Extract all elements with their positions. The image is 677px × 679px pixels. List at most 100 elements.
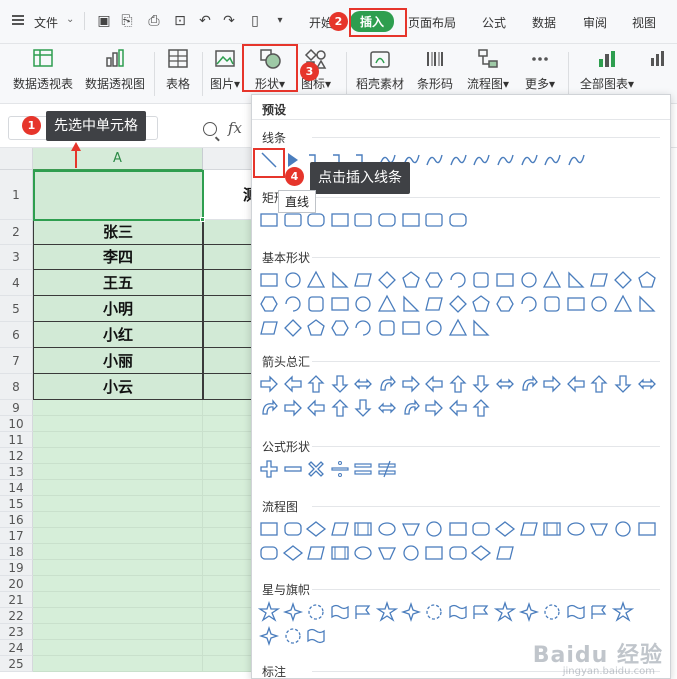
cell-a12[interactable] bbox=[33, 448, 203, 464]
basic-shape[interactable] bbox=[352, 293, 374, 315]
arrow-shape[interactable] bbox=[282, 397, 304, 419]
basic-shape[interactable] bbox=[423, 317, 445, 339]
line-shape[interactable] bbox=[423, 149, 445, 171]
basic-shape[interactable] bbox=[447, 269, 469, 291]
basic-shape[interactable] bbox=[612, 269, 634, 291]
basic-shape[interactable] bbox=[329, 293, 351, 315]
flow-shape[interactable] bbox=[376, 518, 398, 540]
arrow-shape[interactable] bbox=[612, 373, 634, 395]
basic-shape[interactable] bbox=[447, 293, 469, 315]
row-header-2[interactable]: 2 bbox=[0, 220, 33, 245]
cell-a20[interactable] bbox=[33, 576, 203, 592]
flow-shape[interactable] bbox=[447, 518, 469, 540]
arrow-shape[interactable] bbox=[376, 373, 398, 395]
arrow-shape[interactable] bbox=[376, 397, 398, 419]
arrow-shape[interactable] bbox=[470, 373, 492, 395]
selected-cell-a1[interactable] bbox=[33, 170, 204, 221]
basic-shape[interactable] bbox=[518, 269, 540, 291]
row-header-25[interactable]: 25 bbox=[0, 656, 33, 672]
star-shape[interactable] bbox=[400, 601, 422, 623]
arrow-shape[interactable] bbox=[305, 397, 327, 419]
row-header-7[interactable]: 7 bbox=[0, 348, 33, 374]
arrow-shape[interactable] bbox=[329, 373, 351, 395]
basic-shape[interactable] bbox=[400, 269, 422, 291]
row-header-21[interactable]: 21 bbox=[0, 592, 33, 608]
line-shape[interactable] bbox=[447, 149, 469, 171]
flow-shape[interactable] bbox=[494, 518, 516, 540]
line-shape[interactable] bbox=[565, 149, 587, 171]
row-header-22[interactable]: 22 bbox=[0, 608, 33, 624]
line-shape[interactable] bbox=[470, 149, 492, 171]
arrow-shape[interactable] bbox=[258, 397, 280, 419]
flow-shape[interactable] bbox=[305, 542, 327, 564]
flow-shape[interactable] bbox=[565, 518, 587, 540]
basic-shape[interactable] bbox=[329, 269, 351, 291]
basic-shape[interactable] bbox=[518, 293, 540, 315]
basic-shape[interactable] bbox=[494, 269, 516, 291]
basic-shape[interactable] bbox=[376, 269, 398, 291]
export-icon[interactable]: ⎘ bbox=[119, 13, 135, 29]
math-shape[interactable] bbox=[258, 458, 280, 480]
flow-shape[interactable] bbox=[305, 518, 327, 540]
row-header-11[interactable]: 11 bbox=[0, 432, 33, 448]
arrow-shape[interactable] bbox=[258, 373, 280, 395]
row-header-18[interactable]: 18 bbox=[0, 544, 33, 560]
star-shape[interactable] bbox=[257, 600, 281, 623]
arrow-shape[interactable] bbox=[282, 373, 304, 395]
arrow-shape[interactable] bbox=[400, 373, 422, 395]
column-header-a[interactable]: A bbox=[33, 148, 203, 170]
flow-shape[interactable] bbox=[423, 518, 445, 540]
star-shape[interactable] bbox=[447, 601, 469, 623]
cell-a18[interactable] bbox=[33, 544, 203, 560]
basic-shape[interactable] bbox=[258, 317, 280, 339]
row-header-1[interactable]: 1 bbox=[0, 170, 33, 220]
row-header-19[interactable]: 19 bbox=[0, 560, 33, 576]
cell-a7[interactable]: 小丽 bbox=[33, 348, 203, 374]
star-shape[interactable] bbox=[541, 601, 563, 623]
row-header-15[interactable]: 15 bbox=[0, 496, 33, 512]
menu-file[interactable]: 文件 bbox=[34, 14, 58, 31]
basic-shape[interactable] bbox=[258, 269, 280, 291]
cell-a9[interactable] bbox=[33, 400, 203, 416]
more-quick-icon[interactable]: ▾ bbox=[272, 13, 288, 29]
basic-shape[interactable] bbox=[305, 269, 327, 291]
flow-shape[interactable] bbox=[258, 542, 280, 564]
flow-shape[interactable] bbox=[423, 542, 445, 564]
rect-shape[interactable] bbox=[352, 209, 374, 231]
basic-shape[interactable] bbox=[352, 317, 374, 339]
basic-shape[interactable] bbox=[636, 293, 658, 315]
math-shape[interactable] bbox=[305, 458, 327, 480]
flow-shape[interactable] bbox=[447, 542, 469, 564]
basic-shape[interactable] bbox=[636, 269, 658, 291]
pivot-chart-button[interactable]: 数据透视图 bbox=[83, 44, 147, 104]
tab-data[interactable]: 数据 bbox=[532, 14, 556, 31]
arrow-shape[interactable] bbox=[423, 397, 445, 419]
row-header-12[interactable]: 12 bbox=[0, 448, 33, 464]
cell-a11[interactable] bbox=[33, 432, 203, 448]
arrow-shape[interactable] bbox=[423, 373, 445, 395]
cell-a17[interactable] bbox=[33, 528, 203, 544]
flow-shape[interactable] bbox=[258, 518, 280, 540]
star-shape[interactable] bbox=[588, 601, 610, 623]
basic-shape[interactable] bbox=[470, 293, 492, 315]
cell-a15[interactable] bbox=[33, 496, 203, 512]
row-header-24[interactable]: 24 bbox=[0, 640, 33, 656]
basic-shape[interactable] bbox=[376, 317, 398, 339]
cell-a14[interactable] bbox=[33, 480, 203, 496]
flow-shape[interactable] bbox=[612, 518, 634, 540]
basic-shape[interactable] bbox=[470, 317, 492, 339]
row-header-9[interactable]: 9 bbox=[0, 400, 33, 416]
basic-shape[interactable] bbox=[305, 317, 327, 339]
arrow-shape[interactable] bbox=[494, 373, 516, 395]
row-header-13[interactable]: 13 bbox=[0, 464, 33, 480]
flow-shape[interactable] bbox=[329, 518, 351, 540]
cell-a13[interactable] bbox=[33, 464, 203, 480]
basic-shape[interactable] bbox=[400, 317, 422, 339]
basic-shape[interactable] bbox=[588, 293, 610, 315]
star-shape[interactable] bbox=[611, 600, 635, 623]
rect-shape[interactable] bbox=[423, 209, 445, 231]
row-header-16[interactable]: 16 bbox=[0, 512, 33, 528]
arrow-shape[interactable] bbox=[541, 373, 563, 395]
tab-formulas[interactable]: 公式 bbox=[482, 14, 506, 31]
flow-shape[interactable] bbox=[352, 518, 374, 540]
